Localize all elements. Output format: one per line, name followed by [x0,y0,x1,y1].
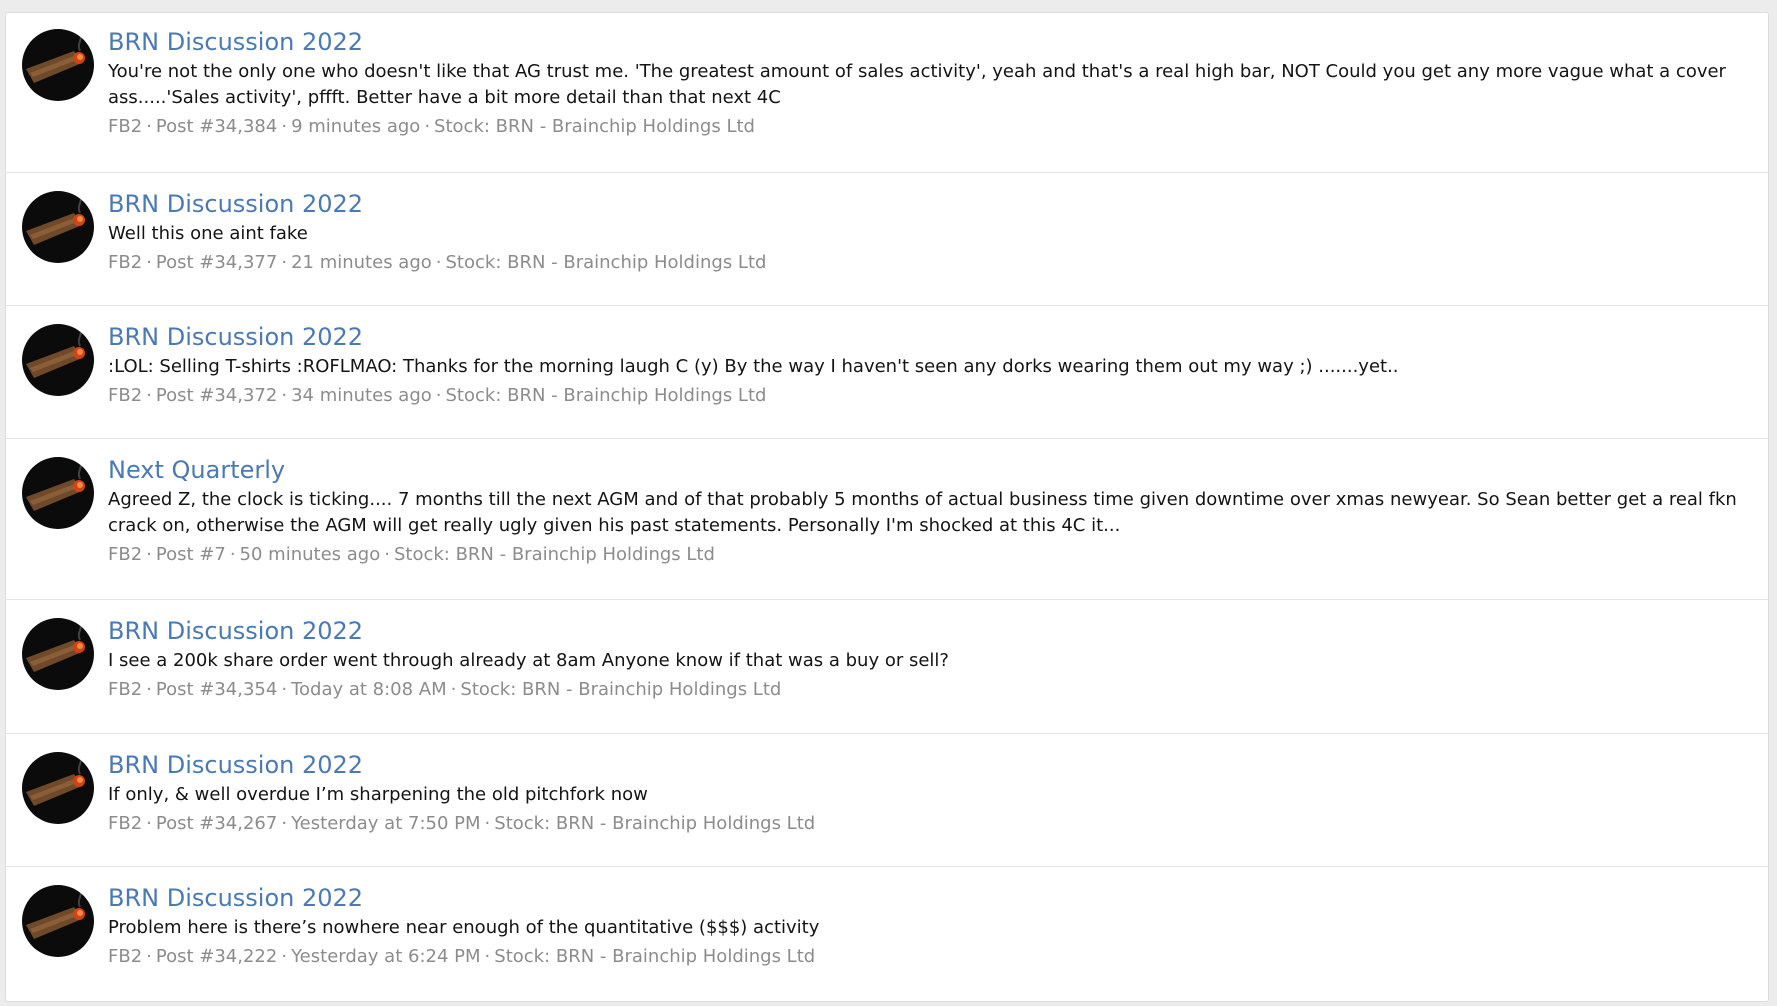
result-item: BRN Discussion 2022 If only, & well over… [6,734,1768,867]
search-results-list: BRN Discussion 2022 You're not the only … [5,12,1769,1002]
result-item: Next Quarterly Agreed Z, the clock is ti… [6,439,1768,600]
post-snippet: I see a 200k share order went through al… [108,650,949,671]
meta-separator: · [146,544,152,565]
post-meta: FB2 · Post #34,384 · 9 minutes ago · Stock: BR… [108,115,1750,139]
user-avatar-cigar-icon[interactable] [22,457,94,529]
result-item: BRN Discussion 2022 You're not the only … [6,13,1768,173]
user-avatar-cigar-icon[interactable] [22,752,94,824]
stock-link[interactable]: Stock: BRN - Brainchip Holdings Ltd [446,252,767,273]
post-snippet: If only, & well overdue I’m sharpening t… [108,784,648,805]
result-item: BRN Discussion 2022 Well this one aint f… [6,173,1768,306]
post-meta: FB2 · Post #34,267 · Yesterday at 7:50 PM · St… [108,812,1750,836]
meta-separator: · [146,813,152,834]
post-number: Post #34,377 [155,252,278,273]
meta-separator: · [281,946,288,967]
post-number: Post #34,354 [155,679,278,700]
meta-separator: · [484,813,491,834]
meta-separator: · [146,385,152,406]
post-time: Yesterday at 6:24 PM [291,946,481,967]
user-avatar-cigar-icon[interactable] [22,618,94,690]
author-link[interactable]: FB2 [108,813,142,834]
post-time: Yesterday at 7:50 PM [291,813,481,834]
thread-title-link[interactable]: BRN Discussion 2022 [108,750,363,780]
post-time: 50 minutes ago [239,544,381,565]
meta-separator: · [146,116,152,137]
author-link[interactable]: FB2 [108,385,142,406]
author-link[interactable]: FB2 [108,544,142,565]
post-snippet: Agreed Z, the clock is ticking.... 7 mon… [108,489,1737,536]
post-meta: FB2 · Post #34,372 · 34 minutes ago · Stock: B… [108,384,1750,408]
result-item: BRN Discussion 2022 :LOL: Selling T-shir… [6,306,1768,439]
meta-separator: · [281,385,288,406]
meta-separator: · [435,385,442,406]
post-snippet: You're not the only one who doesn't like… [108,61,1726,108]
post-meta: FB2 · Post #34,377 · 21 minutes ago · Stock: B… [108,251,1750,275]
meta-separator: · [484,946,491,967]
meta-separator: · [384,544,390,565]
user-avatar-cigar-icon[interactable] [22,191,94,263]
user-avatar-cigar-icon[interactable] [22,885,94,957]
meta-separator: · [424,116,431,137]
post-number: Post #7 [155,544,226,565]
meta-separator: · [146,679,152,700]
post-number: Post #34,267 [155,813,278,834]
post-snippet: :LOL: Selling T-shirts :ROFLMAO: Thanks … [108,356,1399,377]
post-meta: FB2 · Post #34,222 · Yesterday at 6:24 PM · St… [108,945,1750,969]
post-time: 9 minutes ago [291,116,421,137]
author-link[interactable]: FB2 [108,252,142,273]
post-time: 21 minutes ago [291,252,432,273]
post-number: Post #34,384 [155,116,278,137]
author-link[interactable]: FB2 [108,116,142,137]
stock-link[interactable]: Stock: BRN - Brainchip Holdings Ltd [434,116,755,137]
stock-link[interactable]: Stock: BRN - Brainchip Holdings Ltd [394,544,715,565]
post-snippet: Well this one aint fake [108,223,308,244]
post-number: Post #34,222 [155,946,278,967]
author-link[interactable]: FB2 [108,946,142,967]
meta-separator: · [281,813,288,834]
stock-link[interactable]: Stock: BRN - Brainchip Holdings Ltd [446,385,767,406]
stock-link[interactable]: Stock: BRN - Brainchip Holdings Ltd [494,813,815,834]
result-item: BRN Discussion 2022 Problem here is ther… [6,867,1768,1001]
user-avatar-cigar-icon[interactable] [22,29,94,101]
thread-title-link[interactable]: Next Quarterly [108,455,285,485]
thread-title-link[interactable]: BRN Discussion 2022 [108,27,363,57]
meta-separator: · [435,252,442,273]
user-avatar-cigar-icon[interactable] [22,324,94,396]
stock-link[interactable]: Stock: BRN - Brainchip Holdings Ltd [494,946,815,967]
author-link[interactable]: FB2 [108,679,142,700]
post-meta: FB2 · Post #34,354 · Today at 8:08 AM · Stock:… [108,678,1750,702]
meta-separator: · [146,946,152,967]
meta-separator: · [146,252,152,273]
meta-separator: · [450,679,457,700]
meta-separator: · [281,116,288,137]
thread-title-link[interactable]: BRN Discussion 2022 [108,616,363,646]
post-time: 34 minutes ago [291,385,432,406]
post-number: Post #34,372 [155,385,278,406]
post-snippet: Problem here is there’s nowhere near eno… [108,917,820,938]
meta-separator: · [229,544,236,565]
thread-title-link[interactable]: BRN Discussion 2022 [108,883,363,913]
thread-title-link[interactable]: BRN Discussion 2022 [108,322,363,352]
post-time: Today at 8:08 AM [291,679,447,700]
result-item: BRN Discussion 2022 I see a 200k share o… [6,600,1768,734]
meta-separator: · [281,252,288,273]
post-meta: FB2 · Post #7 · 50 minutes ago · Stock: BRN - … [108,543,1750,567]
stock-link[interactable]: Stock: BRN - Brainchip Holdings Ltd [460,679,781,700]
meta-separator: · [281,679,288,700]
thread-title-link[interactable]: BRN Discussion 2022 [108,189,363,219]
